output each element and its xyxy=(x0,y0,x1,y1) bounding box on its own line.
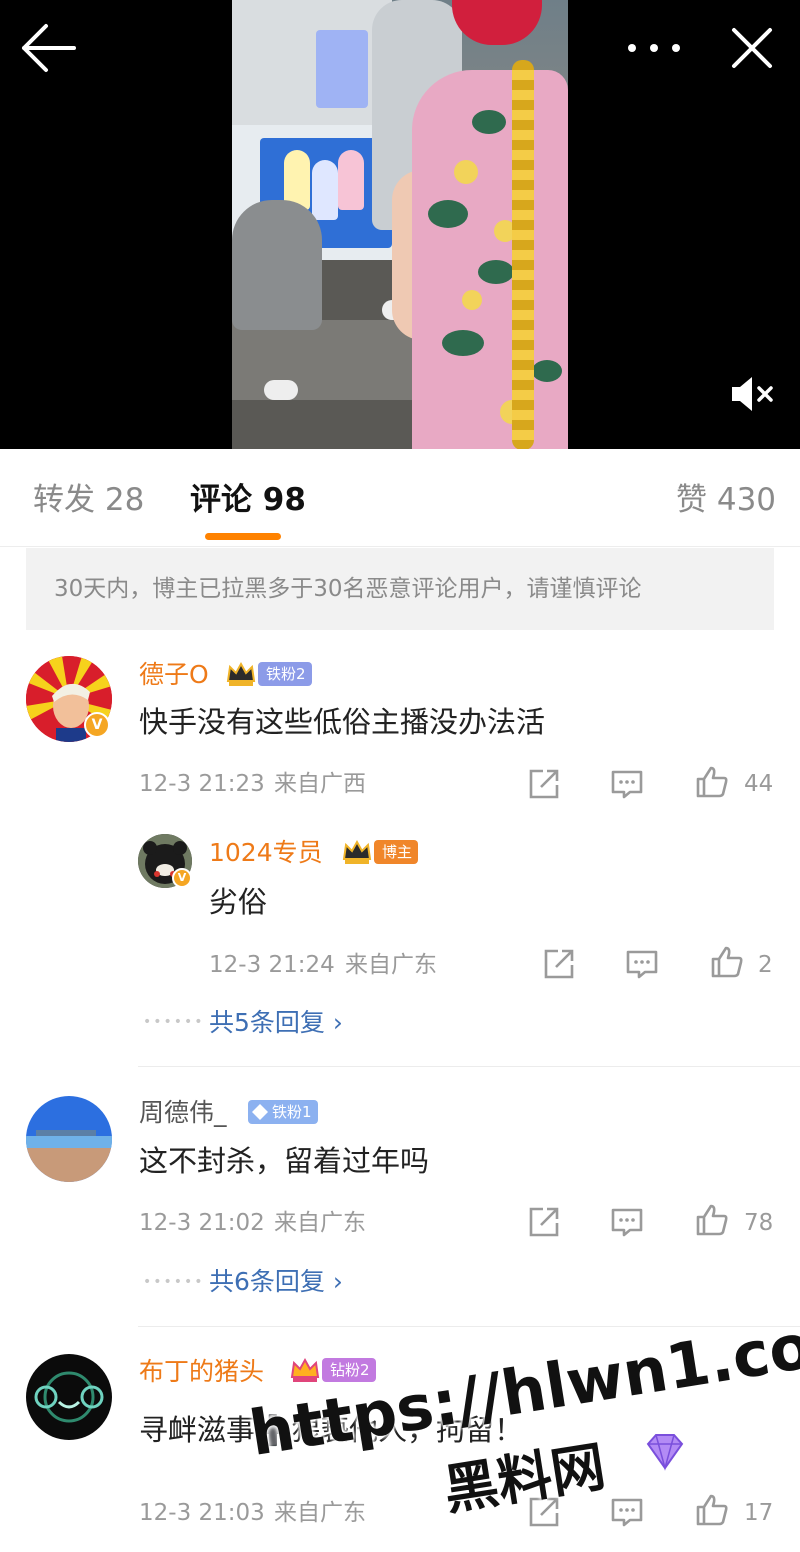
share-icon[interactable] xyxy=(527,1205,561,1239)
avatar[interactable] xyxy=(26,1096,112,1182)
video-player[interactable] xyxy=(0,0,800,449)
tab-active-indicator xyxy=(205,533,281,540)
comment-username[interactable]: 布丁的猪头 xyxy=(139,1357,264,1387)
diamond-icon xyxy=(250,1098,272,1126)
tab-forward[interactable]: 转发 28 xyxy=(33,481,144,519)
like-count: 44 xyxy=(744,771,774,797)
comment-icon[interactable] xyxy=(610,767,644,801)
comment-location: 来自广西 xyxy=(274,771,366,797)
dots-decoration: •••••• xyxy=(143,1274,205,1290)
verified-badge: V xyxy=(172,868,192,888)
avatar[interactable] xyxy=(26,1354,112,1440)
like-icon[interactable] xyxy=(695,1493,729,1527)
comment-text: 快手没有这些低俗主播没办法活 xyxy=(139,705,546,739)
like-icon[interactable] xyxy=(710,945,744,979)
comment-text: 这不封杀，留着过年吗 xyxy=(139,1144,430,1178)
more-replies-link[interactable]: 共5条回复 › xyxy=(209,1008,343,1038)
like-count: 17 xyxy=(744,1500,774,1526)
crown-icon xyxy=(342,837,372,867)
close-icon[interactable] xyxy=(728,22,776,74)
chevron-right-icon: › xyxy=(324,1008,343,1037)
author-badge: 博主 xyxy=(374,840,419,864)
reply-text: 劣俗 xyxy=(209,885,268,919)
divider xyxy=(138,1066,800,1067)
chevron-right-icon: › xyxy=(324,1267,343,1296)
comment-location: 来自广东 xyxy=(274,1210,366,1236)
share-icon[interactable] xyxy=(542,947,576,981)
more-replies-label: 共6条回复 xyxy=(209,1267,325,1296)
reply-username[interactable]: 1024专员 xyxy=(209,838,323,868)
like-icon[interactable] xyxy=(695,1203,729,1237)
share-icon[interactable] xyxy=(527,767,561,801)
crown-icon xyxy=(290,1355,320,1385)
tab-comments[interactable]: 评论 98 xyxy=(190,481,306,519)
diamond-icon xyxy=(642,1432,688,1472)
crown-icon xyxy=(226,659,256,689)
comment-icon[interactable] xyxy=(610,1205,644,1239)
comment-username[interactable]: 德子O xyxy=(139,660,209,690)
like-count: 2 xyxy=(758,952,773,978)
more-replies-label: 共5条回复 xyxy=(209,1008,325,1037)
more-icon[interactable] xyxy=(624,28,684,68)
like-count: 78 xyxy=(744,1210,774,1236)
arrow-left-icon[interactable] xyxy=(18,22,78,74)
comment-time: 12-3 21:03 xyxy=(139,1500,265,1526)
fan-level-badge: 铁粉2 xyxy=(258,662,312,686)
mute-icon[interactable] xyxy=(726,372,776,416)
watermark-site-name: 黑料网 xyxy=(439,1434,610,1523)
reply-location: 来自广东 xyxy=(345,952,437,978)
tab-likes[interactable]: 赞 430 xyxy=(676,481,776,519)
comment-icon[interactable] xyxy=(610,1495,644,1529)
dots-decoration: •••••• xyxy=(143,1014,205,1030)
comment-notice: 30天内，博主已拉黑多于30名恶意评论用户，请谨慎评论 xyxy=(26,548,774,630)
tab-bar: 转发 28 评论 98 赞 430 xyxy=(0,449,800,547)
like-icon[interactable] xyxy=(695,765,729,799)
verified-badge: V xyxy=(84,712,110,738)
comment-time: 12-3 21:23 xyxy=(139,771,265,797)
reply-time: 12-3 21:24 xyxy=(209,952,335,978)
comment-time: 12-3 21:02 xyxy=(139,1210,265,1236)
comment-username[interactable]: 周德伟_ xyxy=(139,1098,227,1128)
more-replies-link[interactable]: 共6条回复 › xyxy=(209,1267,343,1297)
comment-location: 来自广东 xyxy=(274,1500,366,1526)
comment-icon[interactable] xyxy=(625,947,659,981)
video-frame xyxy=(232,0,568,449)
